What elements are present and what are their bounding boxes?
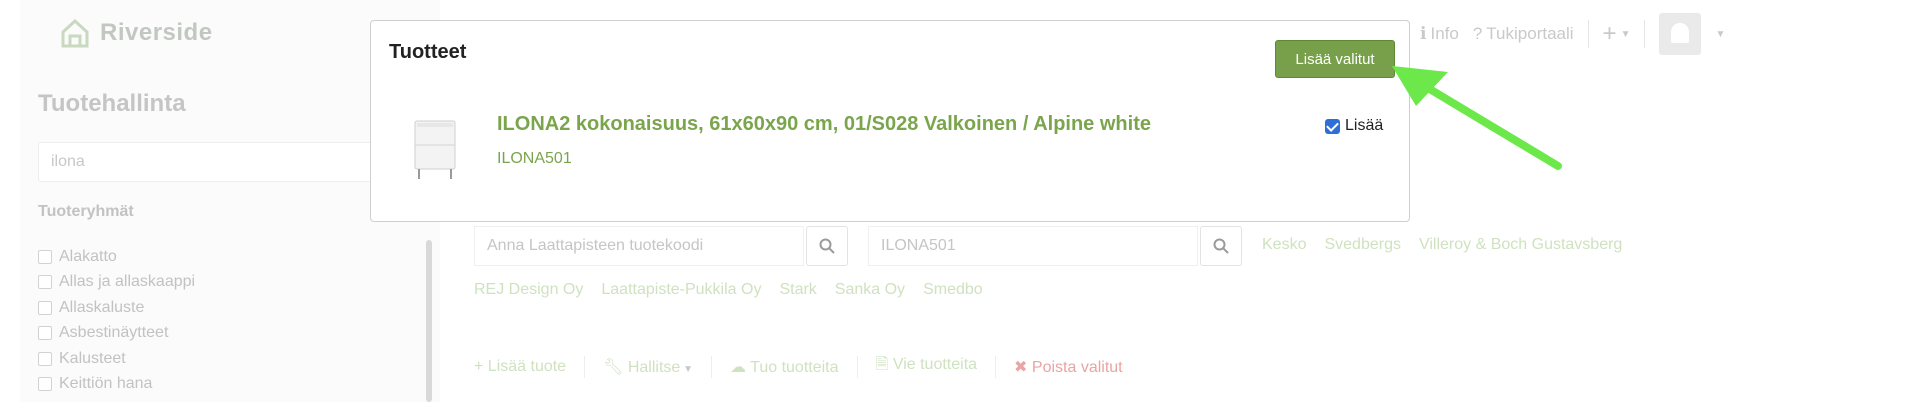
search-button[interactable] [806,226,848,266]
checkbox-checked[interactable] [1325,118,1340,134]
code-search-input[interactable]: ILONA501 [868,226,1198,266]
divider [856,355,858,378]
house-logo-icon [61,18,89,48]
category-list: Alakatto Allas ja allaskaappi Allaskalus… [38,244,195,397]
add-menu-button[interactable]: + ▼ [1603,20,1631,48]
product-name-link[interactable]: ILONA2 kokonaisuus, 61x60x90 cm, 01/S028… [497,113,1151,136]
avatar[interactable] [1659,13,1702,55]
product-thumbnail [414,120,456,179]
logo-text: Riverside [100,19,213,46]
product-groups-title: Tuoteryhmät [38,203,134,220]
checkbox[interactable] [38,326,52,341]
question-icon: ? [1472,24,1483,43]
plus-icon: + [474,357,488,375]
search-icon [1213,238,1229,254]
add-product-checkbox[interactable]: Lisää [1325,117,1383,135]
supplier-link[interactable]: REJ Design Oy [474,281,583,299]
divider [584,355,586,378]
caret-down-icon: ▼ [1620,28,1631,40]
search-button[interactable] [1200,226,1242,266]
checkbox[interactable] [38,300,52,315]
supplier-links: REJ Design Oy Laattapiste-Pukkila Oy Sta… [474,281,983,299]
support-portal-link[interactable]: ? Tukiportaali [1473,24,1574,44]
plus-icon: + [1602,20,1617,47]
action-toolbar: + Lisää tuote 🔧︎ Hallitse ▼ ☁ Tuo tuotte… [474,353,1123,380]
sidebar-scrollbar[interactable] [426,240,432,402]
search-icon [819,238,835,254]
divider [711,355,712,378]
checkbox[interactable] [38,249,52,264]
logo[interactable]: Riverside [60,18,213,48]
sidebar-search-input[interactable]: ilona [38,142,398,182]
supplier-link[interactable]: Svedbergs [1324,236,1401,254]
wrench-icon: 🔧︎ [603,358,628,376]
checkbox[interactable] [38,275,52,290]
supplier-link[interactable]: Laattapiste-Pukkila Oy [601,281,761,299]
divider [995,355,997,378]
divider [1587,20,1589,48]
page-title: Tuotehallinta [38,90,186,117]
annotation-arrow [1392,66,1562,170]
supplier-link[interactable]: Smedbo [923,281,983,299]
file-export-icon: 🗎︎ [875,356,893,373]
product-code-input[interactable]: Anna Laattapisteen tuotekoodi [474,226,804,266]
category-item[interactable]: Allaskaluste [38,295,195,321]
info-link[interactable]: ℹ Info [1420,24,1459,44]
supplier-link[interactable]: Kesko [1262,236,1306,254]
supplier-links: Kesko Svedbergs Villeroy & Boch Gustavsb… [1262,236,1622,254]
checkbox[interactable] [38,351,52,366]
supplier-link[interactable]: Villeroy & Boch Gustavsberg [1419,236,1622,254]
product-code: ILONA501 [497,150,572,167]
products-modal: Tuotteet Lisää valitut ILONA2 kokonaisuu… [370,20,1410,222]
caret-down-icon: ▼ [680,363,693,375]
supplier-link[interactable]: Sanka Oy [835,281,905,299]
supplier-link[interactable]: Stark [779,281,816,299]
category-item[interactable]: Alakatto [38,244,195,270]
category-item[interactable]: Kalusteet [38,346,195,372]
import-products-button[interactable]: ☁ Tuo tuotteita [730,357,839,377]
modal-title: Tuotteet [389,41,467,63]
add-selected-button[interactable]: Lisää valitut [1275,40,1395,78]
add-product-button[interactable]: + Lisää tuote [474,358,566,376]
close-icon: ✖ [1014,358,1032,376]
category-item[interactable]: Keittiön hana [38,372,195,398]
category-item[interactable]: Asbestinäytteet [38,321,195,347]
checkbox[interactable] [38,377,52,392]
manage-dropdown[interactable]: 🔧︎ Hallitse ▼ [603,357,693,377]
top-navigation: ℹ Info ? Tukiportaali + ▼ ▼ [1420,13,1725,55]
category-item[interactable]: Allas ja allaskaappi [38,270,195,296]
export-products-button[interactable]: 🗎︎ Vie tuotteita [876,353,978,380]
divider [1644,20,1646,48]
caret-down-icon[interactable]: ▼ [1715,29,1725,40]
delete-selected-button[interactable]: ✖ Poista valitut [1014,357,1123,377]
info-icon: ℹ [1420,24,1427,43]
cloud-upload-icon: ☁ [730,358,751,376]
